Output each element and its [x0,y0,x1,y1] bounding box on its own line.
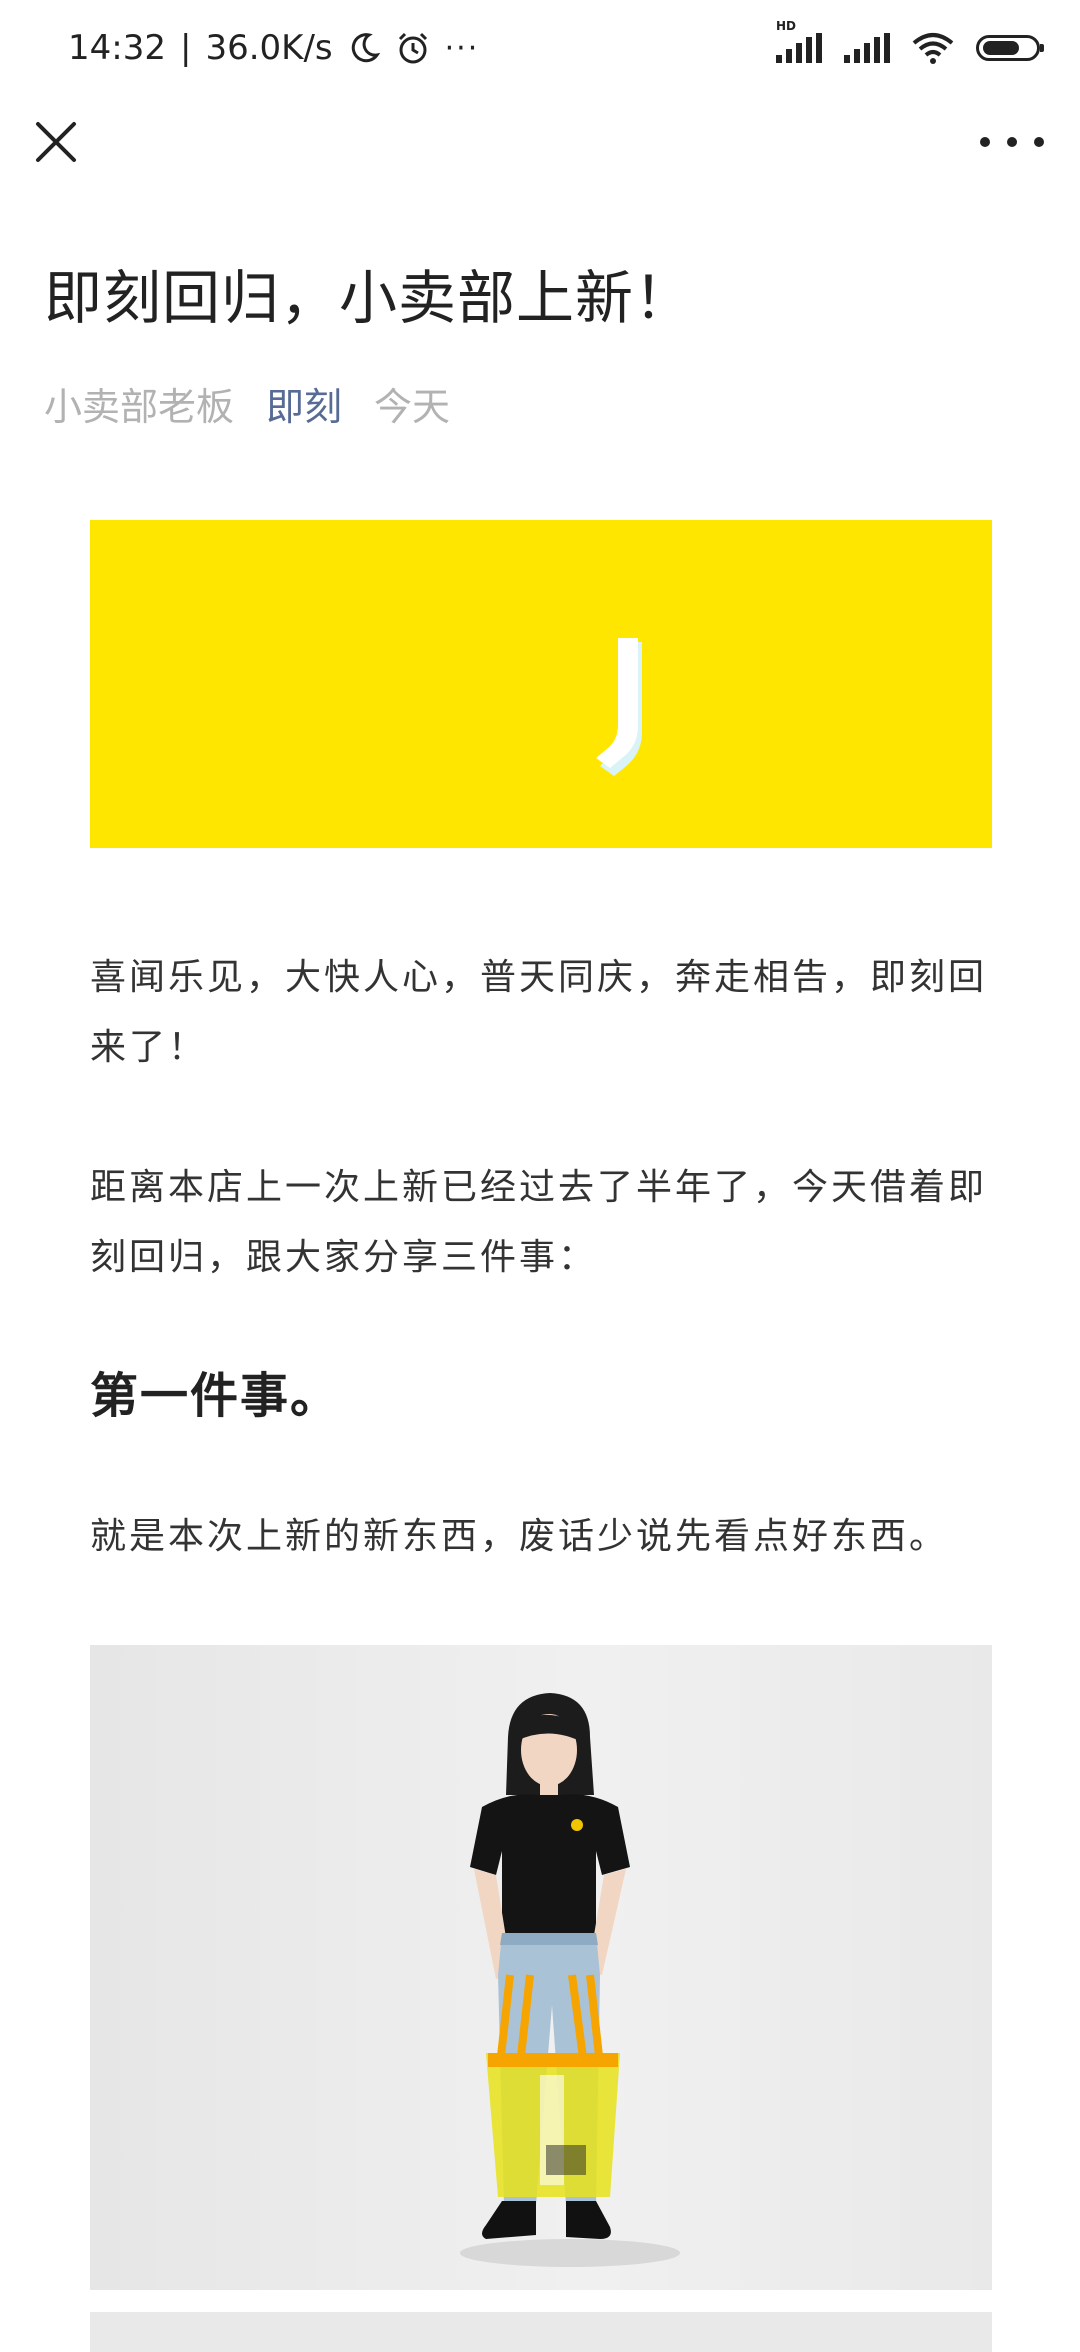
section-heading: 第一件事。 [90,1368,341,1424]
wifi-icon [912,33,954,64]
more-dot [1007,137,1017,147]
product-photo [90,2312,992,2352]
moon-icon [351,33,380,63]
status-left: 14:32 | 36.0K/s ··· [68,22,479,74]
status-time: 14:32 [68,28,166,68]
status-right: HD [776,19,1044,74]
product-photo [90,1645,992,2290]
article-date: 今天 [374,385,451,429]
status-more: ··· [444,30,480,66]
status-bar: 14:32 | 36.0K/s ··· HD [0,0,1080,96]
paragraph: 喜闻乐见，大快人心，普天同庆，奔走相告，即刻回来了！ [90,957,988,1068]
more-dot [980,137,990,147]
account-link[interactable]: 即刻 [266,376,342,431]
article-meta: 小卖部老板 即刻 今天 [44,376,450,431]
close-icon [36,122,76,162]
status-separator: | [179,28,192,68]
paragraph: 就是本次上新的新东西，废话少说先看点好东西。 [90,1516,949,1557]
paragraph: 距离本店上一次上新已经过去了半年了，今天借着即刻回归，跟大家分享三件事： [90,1167,988,1278]
hd-signal-icon: HD [776,19,822,63]
signal-icon [844,33,890,63]
article-author: 小卖部老板 [44,385,235,429]
alarm-icon [398,32,427,64]
banner-image [90,520,992,848]
more-button[interactable] [980,122,1044,162]
network-speed: 36.0K/s [205,28,333,68]
article-title: 即刻回归，小卖部上新！ [44,264,694,332]
jike-logo-icon [596,638,642,776]
battery-icon [976,35,1044,61]
nav-bar [0,100,1080,184]
more-dot [1034,137,1044,147]
model-with-tote-bag-illustration [460,1693,680,2267]
close-button[interactable] [28,114,84,170]
hd-label: HD [776,19,797,33]
